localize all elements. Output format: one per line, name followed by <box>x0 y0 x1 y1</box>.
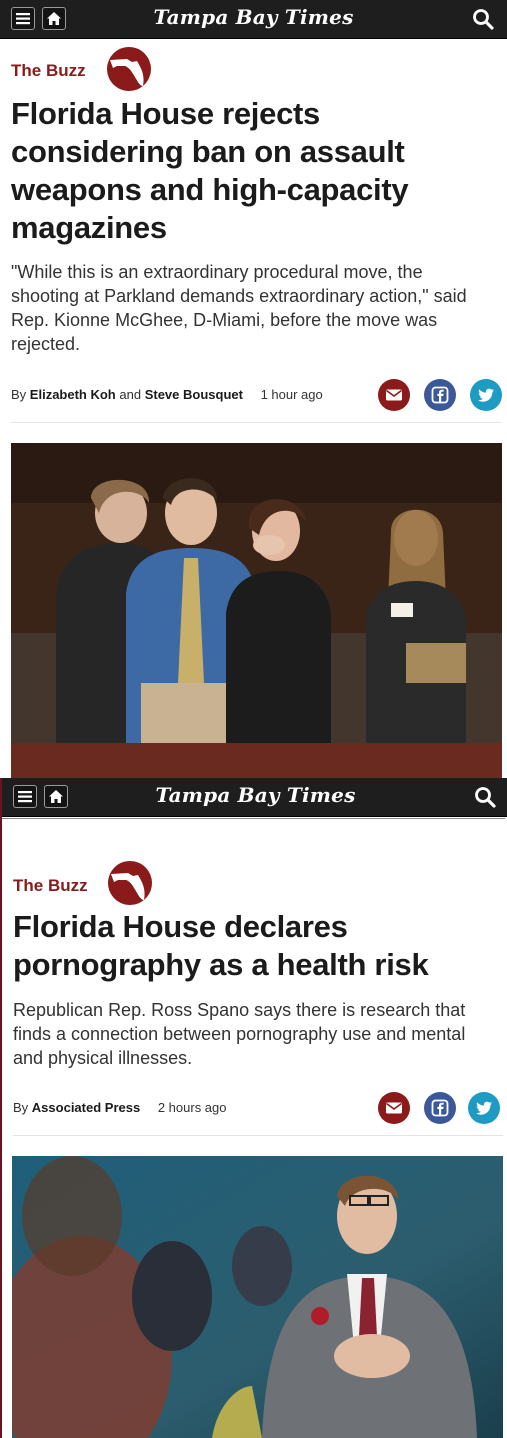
buzz-logo <box>108 861 152 905</box>
article-2-screen: Tampa Bay Times The Buzz Florida House d… <box>0 778 507 1438</box>
article-1-screen: Tampa Bay Times The Buzz Florida House r… <box>0 0 507 778</box>
top-navbar: Tampa Bay Times <box>0 0 507 39</box>
share-twitter-button[interactable] <box>468 1092 500 1124</box>
divider <box>13 1135 503 1136</box>
facebook-icon <box>431 1099 449 1117</box>
article-photo[interactable] <box>11 443 502 778</box>
byline-prefix: By <box>13 1100 29 1115</box>
search-icon[interactable] <box>474 786 496 808</box>
timestamp: 1 hour ago <box>260 387 323 402</box>
author-link[interactable]: Elizabeth Koh <box>30 387 116 402</box>
share-facebook-button[interactable] <box>424 379 456 411</box>
article-dek: Republican Rep. Ross Spano says there is… <box>13 1000 466 1068</box>
facebook-icon <box>431 386 449 404</box>
byline-prefix: By <box>11 387 27 402</box>
article-dek: "While this is an extraordinary procedur… <box>11 262 467 354</box>
divider <box>2 818 505 819</box>
top-navbar: Tampa Bay Times <box>2 778 507 817</box>
byline-conjunction: and <box>119 387 142 402</box>
search-icon[interactable] <box>472 8 494 30</box>
article-headline[interactable]: Florida House declares pornography as a … <box>13 908 493 984</box>
share-email-button[interactable] <box>378 1092 410 1124</box>
twitter-icon <box>478 388 494 402</box>
masthead-logo[interactable]: Tampa Bay Times <box>0 5 507 29</box>
byline: By Associated Press 2 hours ago <box>13 1100 227 1115</box>
buzz-logo <box>107 47 151 91</box>
mail-icon <box>386 1102 402 1114</box>
article-headline[interactable]: Florida House rejects considering ban on… <box>11 95 491 247</box>
author-link[interactable]: Steve Bousquet <box>145 387 243 402</box>
twitter-icon <box>476 1101 492 1115</box>
share-facebook-button[interactable] <box>424 1092 456 1124</box>
section-kicker[interactable]: The Buzz <box>11 61 86 81</box>
byline: By Elizabeth Koh and Steve Bousquet 1 ho… <box>11 387 323 402</box>
share-twitter-button[interactable] <box>470 379 502 411</box>
mail-icon <box>386 389 402 401</box>
timestamp: 2 hours ago <box>157 1100 227 1115</box>
section-kicker[interactable]: The Buzz <box>13 876 88 896</box>
masthead-logo[interactable]: Tampa Bay Times <box>2 783 507 807</box>
article-photo[interactable] <box>12 1156 503 1438</box>
share-email-button[interactable] <box>378 379 410 411</box>
divider <box>11 422 501 423</box>
author-link[interactable]: Associated Press <box>32 1100 140 1115</box>
